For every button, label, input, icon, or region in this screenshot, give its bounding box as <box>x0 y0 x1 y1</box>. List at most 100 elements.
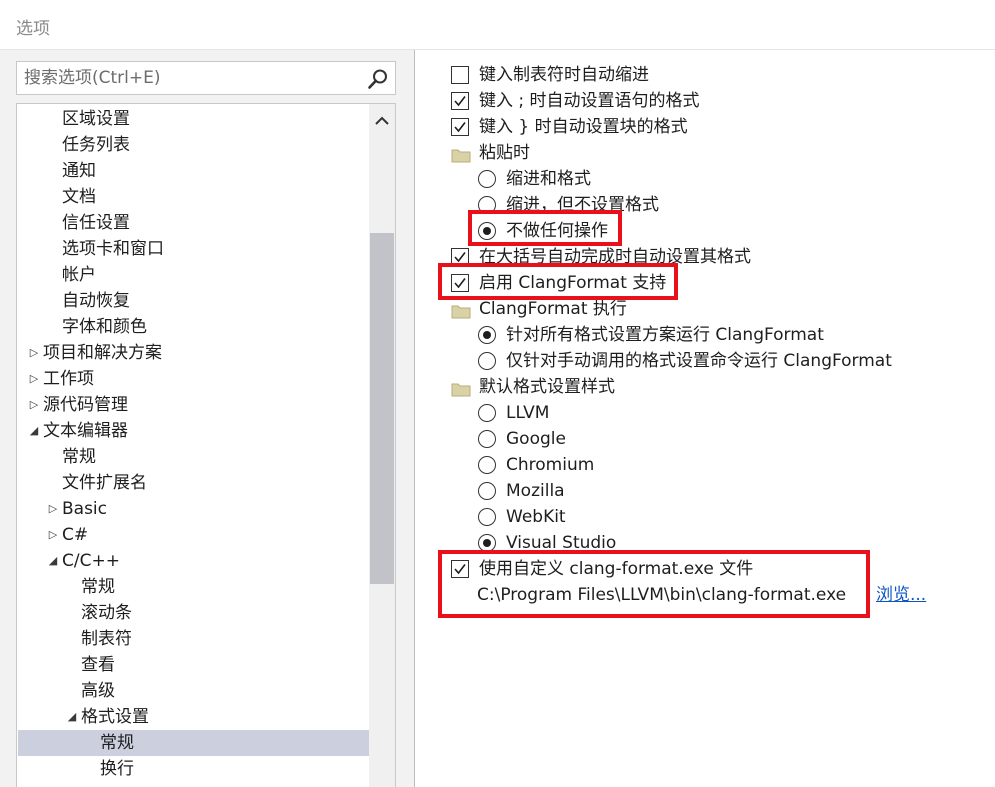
tree-item[interactable]: ▷ C# <box>18 522 369 548</box>
folder-icon <box>451 301 471 319</box>
tree-item[interactable]: 常规 <box>18 574 369 600</box>
group-label: ClangFormat 执行 <box>479 299 627 319</box>
option-label: 针对所有格式设置方案运行 ClangFormat <box>506 325 824 345</box>
tree-item-label: 常规 <box>62 447 96 467</box>
tree-item-label: 自动恢复 <box>62 291 130 311</box>
run-manual-radio[interactable] <box>478 352 496 370</box>
tree-scrollbar[interactable] <box>369 104 395 787</box>
title-bar: 选项 <box>0 0 995 50</box>
tree-item-label: 任务列表 <box>62 135 130 155</box>
group-label: 默认格式设置样式 <box>479 377 615 397</box>
navigation-pane: 区域设置任务列表通知文档信任设置选项卡和窗口帐户自动恢复字体和颜色 ▷项目和解决方… <box>0 50 414 787</box>
tree-item-label: 字体和颜色 <box>62 317 147 337</box>
tree-item[interactable]: 信任设置 <box>18 210 369 236</box>
collapsed-arrow-icon[interactable]: ▷ <box>46 522 60 548</box>
tree-item-label: 换行 <box>100 759 134 779</box>
option-label: Mozilla <box>506 481 565 501</box>
enable-clangformat-checkbox[interactable] <box>451 274 469 292</box>
option-label: 键入 ; 时自动设置语句的格式 <box>479 91 700 111</box>
tree-item[interactable]: 通知 <box>18 158 369 184</box>
tree-item-label: 制表符 <box>81 629 132 649</box>
scrollbar-thumb[interactable] <box>370 233 394 584</box>
tree-item-label: 源代码管理 <box>43 395 128 415</box>
tree-item-label: 信任设置 <box>62 213 130 233</box>
tree-item-label: C# <box>62 525 89 545</box>
search-icon[interactable] <box>367 68 389 90</box>
tree-item[interactable]: 制表符 <box>18 626 369 652</box>
run-all-radio[interactable] <box>478 326 496 344</box>
tree-item[interactable]: 文档 <box>18 184 369 210</box>
tree-item-label: 文档 <box>62 187 96 207</box>
folder-icon <box>451 145 471 163</box>
tree-item-label: 滚动条 <box>81 603 132 623</box>
style-visual-studio-radio[interactable] <box>478 534 496 552</box>
paste-nothing-radio[interactable] <box>478 222 496 240</box>
tree-item-label: 帐户 <box>62 265 96 285</box>
paste-indent-only-radio[interactable] <box>478 196 496 214</box>
tree-item-label: 工作项 <box>43 369 94 389</box>
tree-item[interactable]: 选项卡和窗口 <box>18 236 369 262</box>
collapsed-arrow-icon[interactable]: ▷ <box>27 366 41 392</box>
custom-exe-checkbox[interactable] <box>451 560 469 578</box>
auto-indent-tab-checkbox[interactable] <box>451 66 469 84</box>
format-stmt-checkbox[interactable] <box>451 92 469 110</box>
tree-item[interactable]: 文件扩展名 <box>18 470 369 496</box>
option-label: 键入制表符时自动缩进 <box>479 65 649 85</box>
tree-item[interactable]: 高级 <box>18 678 369 704</box>
tree-item-label: 区域设置 <box>62 109 130 129</box>
tree-item[interactable]: 区域设置 <box>18 106 369 132</box>
option-label: 不做任何操作 <box>506 221 608 241</box>
style-chromium-radio[interactable] <box>478 456 496 474</box>
custom-exe-path: C:\Program Files\LLVM\bin\clang-format.e… <box>477 585 847 605</box>
tree-item[interactable]: 滚动条 <box>18 600 369 626</box>
tree-item-label: C/C++ <box>62 551 120 571</box>
option-label: Visual Studio <box>506 533 617 553</box>
tree-item[interactable]: 字体和颜色 <box>18 314 369 340</box>
style-mozilla-radio[interactable] <box>478 482 496 500</box>
folder-icon <box>451 379 471 397</box>
option-label: 使用自定义 clang-format.exe 文件 <box>479 559 754 579</box>
search-input[interactable] <box>17 62 365 94</box>
tree-item-label: 查看 <box>81 655 115 675</box>
tree-item-label: 高级 <box>81 681 115 701</box>
browse-link[interactable]: 浏览... <box>876 582 926 608</box>
tree-item[interactable]: ▷ Basic <box>18 496 369 522</box>
option-label: 仅针对手动调用的格式设置命令运行 ClangFormat <box>506 351 892 371</box>
expanded-arrow-icon[interactable]: ◢ <box>46 548 60 574</box>
option-label: LLVM <box>506 403 550 423</box>
tree-item[interactable]: ▷ 源代码管理 <box>18 392 369 418</box>
brace-completion-checkbox[interactable] <box>451 248 469 266</box>
paste-indent-format-radio[interactable] <box>478 170 496 188</box>
style-google-radio[interactable] <box>478 430 496 448</box>
collapsed-arrow-icon[interactable]: ▷ <box>46 496 60 522</box>
tree-item[interactable]: 常规 <box>18 730 369 756</box>
tree-item[interactable]: ◢ 文本编辑器 <box>18 418 369 444</box>
collapsed-arrow-icon[interactable]: ▷ <box>27 392 41 418</box>
tree-item[interactable]: ▷ 工作项 <box>18 366 369 392</box>
options-content-pane: 键入制表符时自动缩进 键入 ; 时自动设置语句的格式 键入 } 时自动设置块的格… <box>414 50 995 787</box>
tree-item[interactable]: 查看 <box>18 652 369 678</box>
style-webkit-radio[interactable] <box>478 508 496 526</box>
tree-item-label: 常规 <box>100 733 134 753</box>
tree-item[interactable]: 任务列表 <box>18 132 369 158</box>
collapsed-arrow-icon[interactable]: ▷ <box>27 340 41 366</box>
tree-item-label: Basic <box>62 499 108 519</box>
tree-item-label: 通知 <box>62 161 96 181</box>
tree-item[interactable]: ◢ C/C++ <box>18 548 369 574</box>
scroll-up-arrow-icon[interactable] <box>369 110 395 132</box>
tree-item[interactable]: 换行 <box>18 756 369 782</box>
search-box[interactable] <box>16 61 396 95</box>
tree-item[interactable]: 自动恢复 <box>18 288 369 314</box>
style-llvm-radio[interactable] <box>478 404 496 422</box>
tree-item[interactable]: 帐户 <box>18 262 369 288</box>
option-label: 缩进和格式 <box>506 169 591 189</box>
format-block-checkbox[interactable] <box>451 118 469 136</box>
tree-item[interactable]: ▷ 项目和解决方案 <box>18 340 369 366</box>
expanded-arrow-icon[interactable]: ◢ <box>65 704 79 730</box>
options-tree: 区域设置任务列表通知文档信任设置选项卡和窗口帐户自动恢复字体和颜色 ▷ 项目和解决方… <box>16 103 396 787</box>
group-label: 粘贴时 <box>479 143 530 163</box>
expanded-arrow-icon[interactable]: ◢ <box>27 418 41 444</box>
option-label: WebKit <box>506 507 566 527</box>
tree-item[interactable]: ◢ 格式设置 <box>18 704 369 730</box>
tree-item[interactable]: 常规 <box>18 444 369 470</box>
